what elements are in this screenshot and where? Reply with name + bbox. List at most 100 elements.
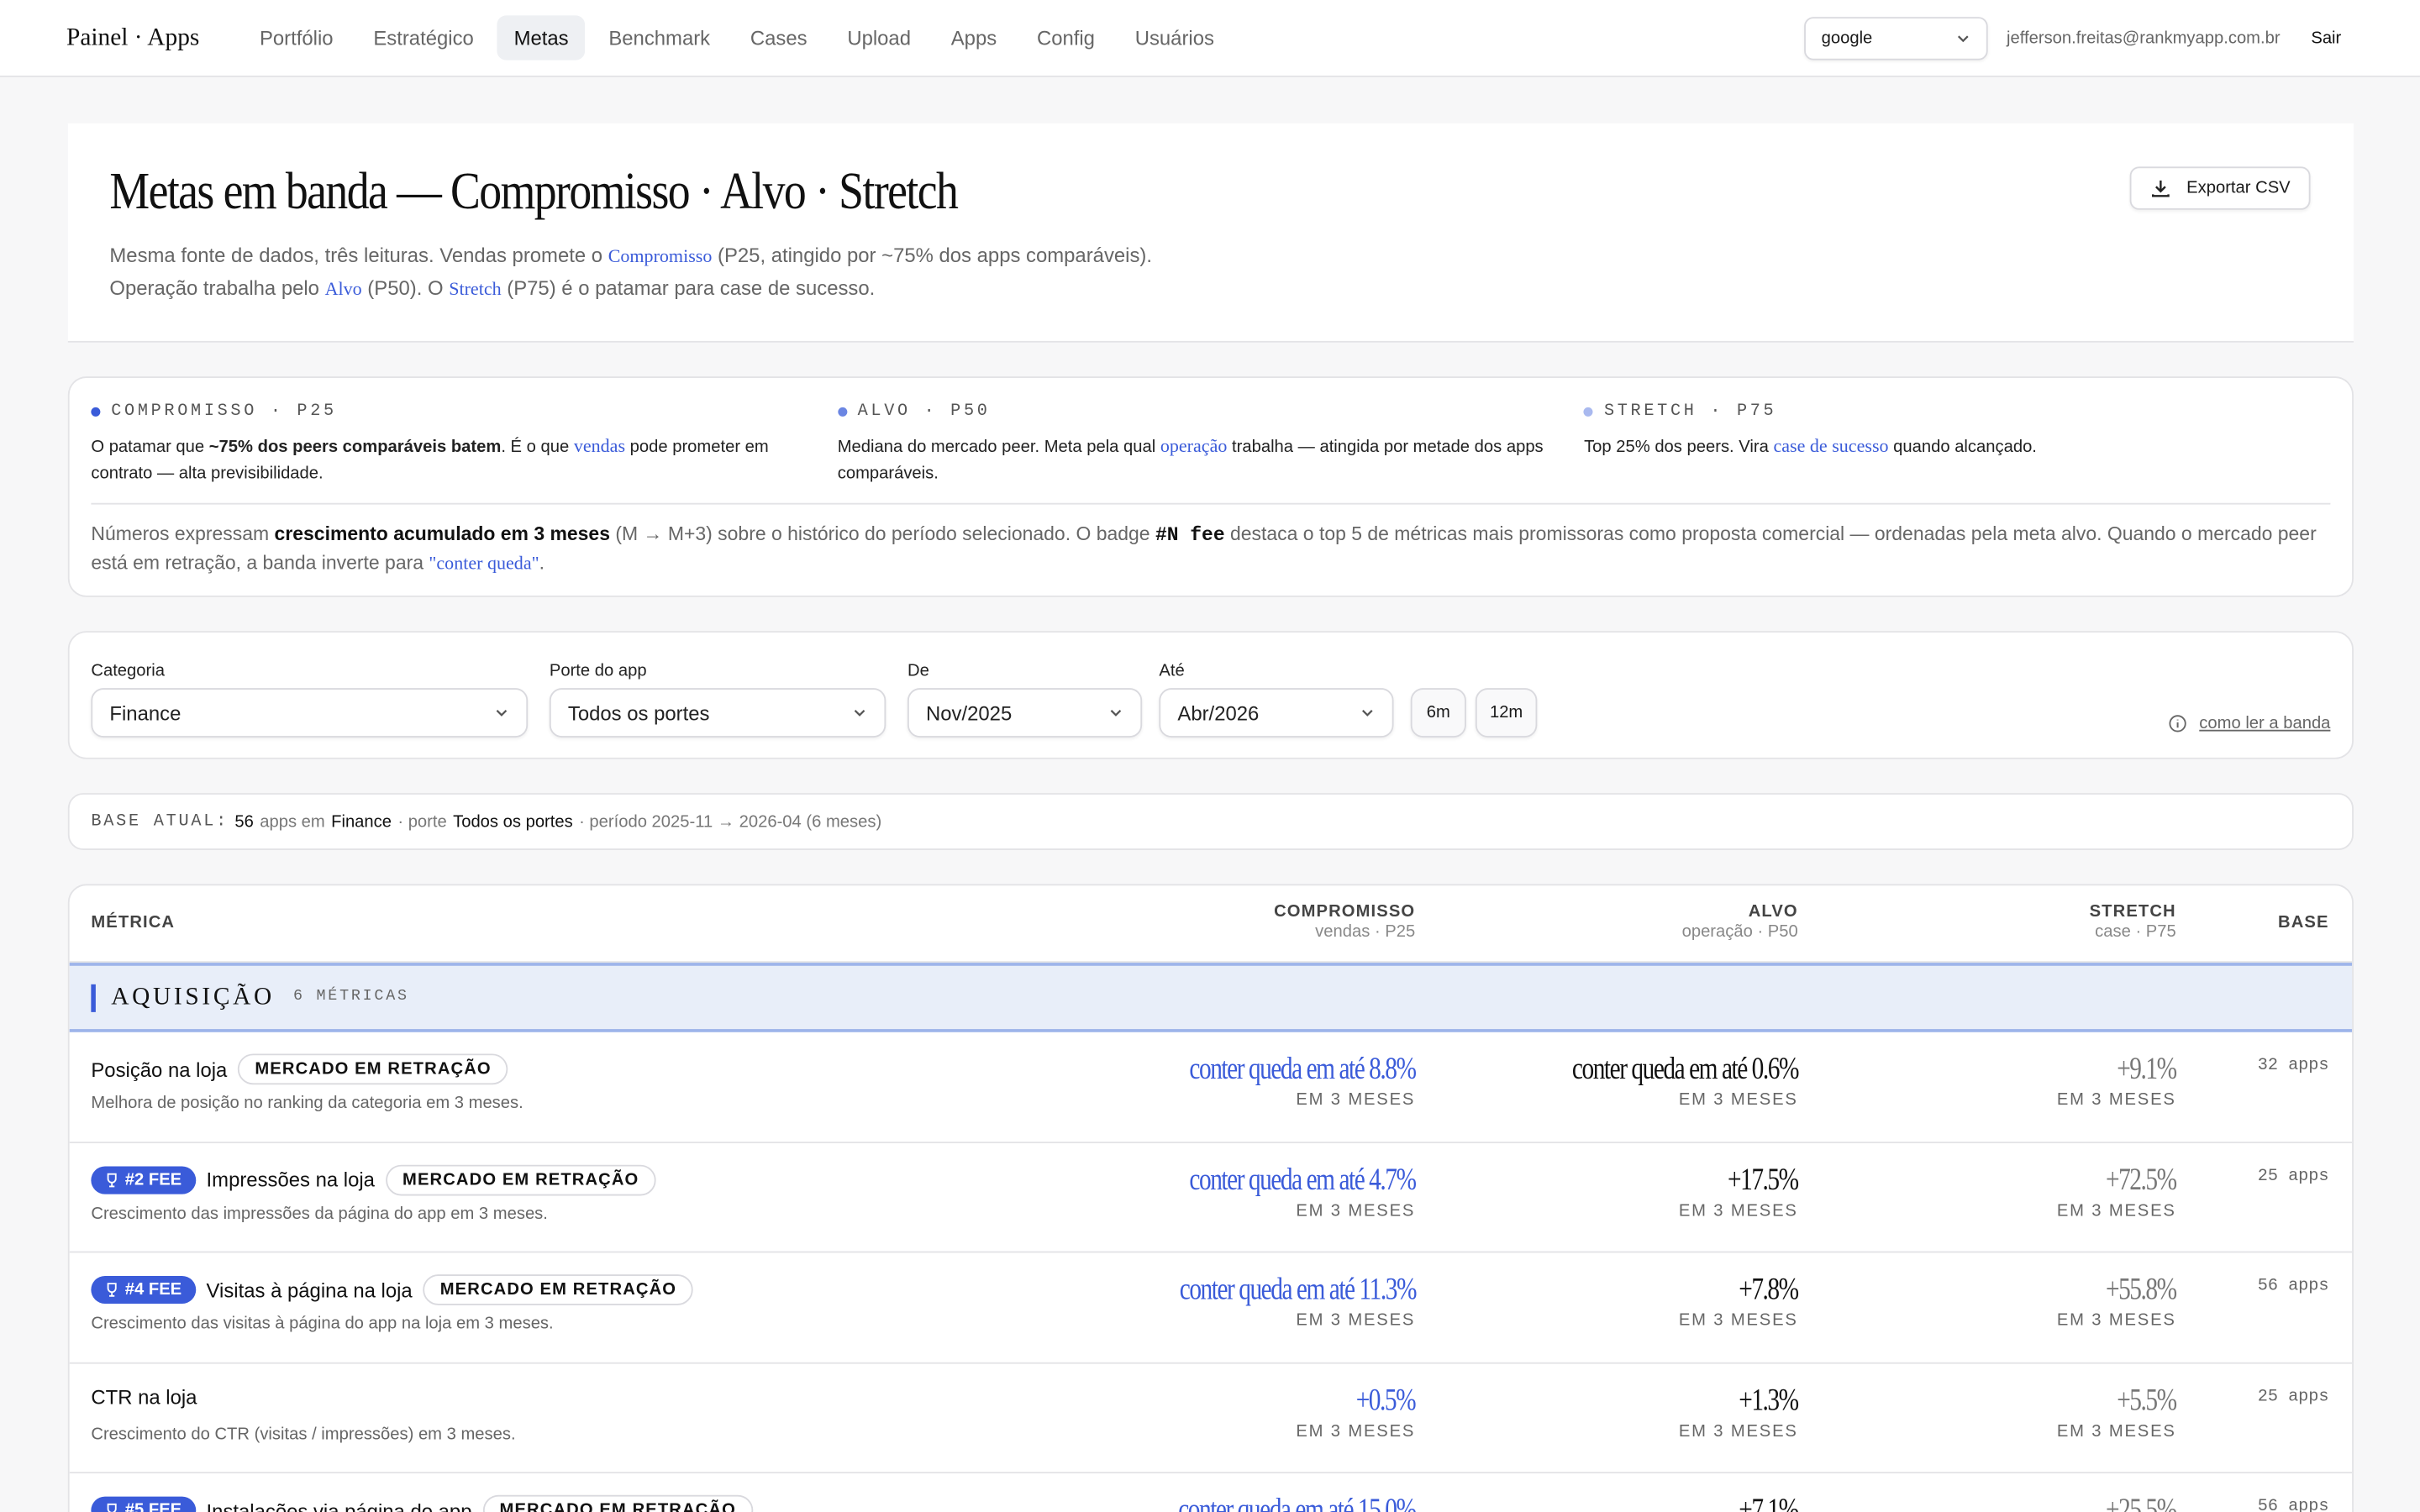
de-select[interactable]: Nov/2025 xyxy=(907,688,1143,738)
export-csv-button[interactable]: Exportar CSV xyxy=(2129,166,2311,210)
value-cell-p50: +7.1%EM 3 MESES xyxy=(1679,1494,1799,1512)
target-value: conter queda em até 15.0% xyxy=(1177,1493,1417,1512)
col-metrica: MÉTRICA xyxy=(91,913,176,932)
de-value: Nov/2025 xyxy=(926,701,1013,725)
nav-tab-usuarios[interactable]: Usuários xyxy=(1118,15,1232,60)
base-label: BASE ATUAL: xyxy=(91,812,229,832)
logout-button[interactable]: Sair xyxy=(2299,23,2354,54)
legend-text-part: . É o que xyxy=(501,438,574,457)
legend-title-text: ALVO · P50 xyxy=(857,402,991,422)
legend-title: COMPROMISSO · P25 xyxy=(91,402,807,421)
porte-value: Todos os portes xyxy=(567,701,710,725)
legend-text-part: O patamar que xyxy=(91,438,209,457)
divider xyxy=(91,502,2331,505)
table-body: Posição na loja MERCADO EM RETRAÇÃO Melhor… xyxy=(69,1032,2353,1512)
table-row[interactable]: Posição na loja MERCADO EM RETRAÇÃO Melhor… xyxy=(69,1032,2353,1143)
metric-name: Posição na loja xyxy=(91,1058,228,1081)
value-cell-p75: +25.5%EM 3 MESES xyxy=(2057,1494,2177,1512)
page-title: Metas em banda — Compromisso · Alvo · St… xyxy=(109,163,958,221)
nav-tab-cases[interactable]: Cases xyxy=(734,15,824,60)
subtitle-text: Mesma fonte de dados, três leituras. Ven… xyxy=(109,244,608,267)
fee-badge: #4 FEE xyxy=(91,1275,196,1305)
filters-card: Categoria Finance Porte do app Todos os … xyxy=(67,631,2354,759)
target-value: +17.5% xyxy=(1728,1162,1799,1197)
target-value: +55.8% xyxy=(2106,1273,2177,1307)
legend-columns: COMPROMISSO · P25 O patamar que ~75% dos… xyxy=(91,402,2330,487)
table-row[interactable]: #4 FEE Visitas à página na loja MERCADO EM… xyxy=(69,1252,2353,1363)
legend-title: ALVO · P50 xyxy=(837,402,1554,422)
fee-badge: #2 FEE xyxy=(91,1165,196,1194)
note-text: . xyxy=(539,552,545,575)
base-apps-count: 25 apps xyxy=(2257,1388,2329,1407)
nav-tab-estrategico[interactable]: Estratégico xyxy=(356,15,491,60)
legend-text: Top 25% dos peers. Vira case de sucesso … xyxy=(1584,433,2300,461)
value-cell-p25: +0.5% EM 3 MESES xyxy=(1296,1383,1416,1441)
table-row[interactable]: #5 FEE Instalações via página do app MERCA… xyxy=(70,1473,2352,1512)
chevron-down-icon xyxy=(1110,710,1122,717)
ate-value: Abr/2026 xyxy=(1177,701,1260,725)
value-cell-p50: conter queda em até 0.6% EM 3 MESES xyxy=(1515,1052,1800,1110)
legend-title-text: COMPROMISSO · P25 xyxy=(111,402,337,422)
how-to-read-link[interactable]: como ler a banda xyxy=(2169,714,2330,732)
note-term: "conter queda" xyxy=(429,552,539,575)
page-header: Metas em banda — Compromisso · Alvo · St… xyxy=(67,123,2354,343)
col-base: BASE xyxy=(2278,913,2329,932)
table-row[interactable]: #2 FEE Impressões na loja MERCADO EM RETRA… xyxy=(69,1142,2353,1253)
group-marker xyxy=(91,983,96,1011)
value-cell-p75: +5.5% EM 3 MESES xyxy=(2057,1383,2177,1441)
base-text: apps em xyxy=(260,812,325,832)
legend-text-bold: ~75% dos peers comparáveis batem xyxy=(208,438,502,457)
metric-name: Instalações via página do app xyxy=(206,1499,472,1512)
nav-tab-upload[interactable]: Upload xyxy=(830,15,928,60)
brand-logo[interactable]: Painel · Apps xyxy=(66,24,199,51)
target-value: +9.1% xyxy=(2117,1052,2177,1087)
store-select[interactable]: google xyxy=(1804,16,1988,60)
target-value: +7.8% xyxy=(1739,1273,1799,1307)
nav-tab-metas[interactable]: Metas xyxy=(497,15,586,60)
top-nav: Painel · Apps Portfólio Estratégico Meta… xyxy=(0,0,2420,77)
value-unit: EM 3 MESES xyxy=(1678,1311,1798,1331)
categoria-value: Finance xyxy=(109,701,182,725)
note-text: (M → M+3) sobre o histórico do período s… xyxy=(609,522,1155,545)
target-value: conter queda em até 0.6% xyxy=(1571,1052,1800,1087)
value-cell-p75: +9.1% EM 3 MESES xyxy=(2057,1052,2177,1110)
target-value: +72.5% xyxy=(2106,1162,2177,1197)
fee-badge-label: #4 FEE xyxy=(124,1280,182,1299)
subtitle-text: (P25, atingido por ~75% dos apps compará… xyxy=(712,244,1153,267)
fee-badge-label: #2 FEE xyxy=(124,1170,182,1189)
nav-tab-config[interactable]: Config xyxy=(1020,15,1112,60)
porte-select[interactable]: Todos os portes xyxy=(549,688,886,738)
period-12m-button[interactable]: 12m xyxy=(1475,688,1538,738)
value-unit: EM 3 MESES xyxy=(1296,1090,1416,1110)
categoria-select[interactable]: Finance xyxy=(91,688,529,738)
base-count: 56 xyxy=(234,812,254,832)
period-6m-button[interactable]: 6m xyxy=(1410,688,1466,738)
metric-description: Crescimento das impressões da página do … xyxy=(91,1204,548,1223)
value-unit: EM 3 MESES xyxy=(2056,1311,2176,1331)
metric-description: Melhora de posição no ranking da categor… xyxy=(91,1094,523,1113)
page-subtitle: Mesma fonte de dados, três leituras. Ven… xyxy=(109,241,2312,304)
value-unit: EM 3 MESES xyxy=(1296,1200,1416,1220)
base-period: · período 2025-11 → 2026-04 (6 meses) xyxy=(579,812,882,832)
value-unit: EM 3 MESES xyxy=(1678,1090,1798,1110)
group-row-aquisicao[interactable]: AQUISIÇÃO 6 MÉTRICAS xyxy=(69,963,2353,1032)
page: Painel · Apps Portfólio Estratégico Meta… xyxy=(0,0,2420,1512)
metric-line: Posição na loja MERCADO EM RETRAÇÃO xyxy=(91,1053,508,1085)
subtitle-text: (P50). O xyxy=(361,275,450,299)
table-row[interactable]: CTR na loja Crescimento do CTR (visitas /… xyxy=(69,1363,2353,1474)
nav-tab-benchmark[interactable]: Benchmark xyxy=(592,15,727,60)
metric-line: #5 FEE Instalações via página do app MERCA… xyxy=(91,1494,754,1512)
nav-tab-portfolio[interactable]: Portfólio xyxy=(243,15,350,60)
note-text: Números expressam xyxy=(91,522,275,545)
legend-term: operação xyxy=(1160,434,1228,457)
group-count: 6 MÉTRICAS xyxy=(292,989,409,1006)
col-title: ALVO xyxy=(1748,902,1798,921)
alvo-term: Alvo xyxy=(324,276,362,299)
legend-text-part: quando alcançado. xyxy=(1888,438,2037,457)
stretch-term: Stretch xyxy=(449,276,502,299)
value-cell-p25: conter queda em até 8.8% EM 3 MESES xyxy=(1133,1053,1417,1110)
nav-tab-apps[interactable]: Apps xyxy=(934,15,1014,60)
ate-select[interactable]: Abr/2026 xyxy=(1159,688,1394,738)
fee-badge: #5 FEE xyxy=(91,1496,196,1512)
value-cell-p25: conter queda em até 15.0%EM 3 MESES xyxy=(1118,1493,1417,1512)
